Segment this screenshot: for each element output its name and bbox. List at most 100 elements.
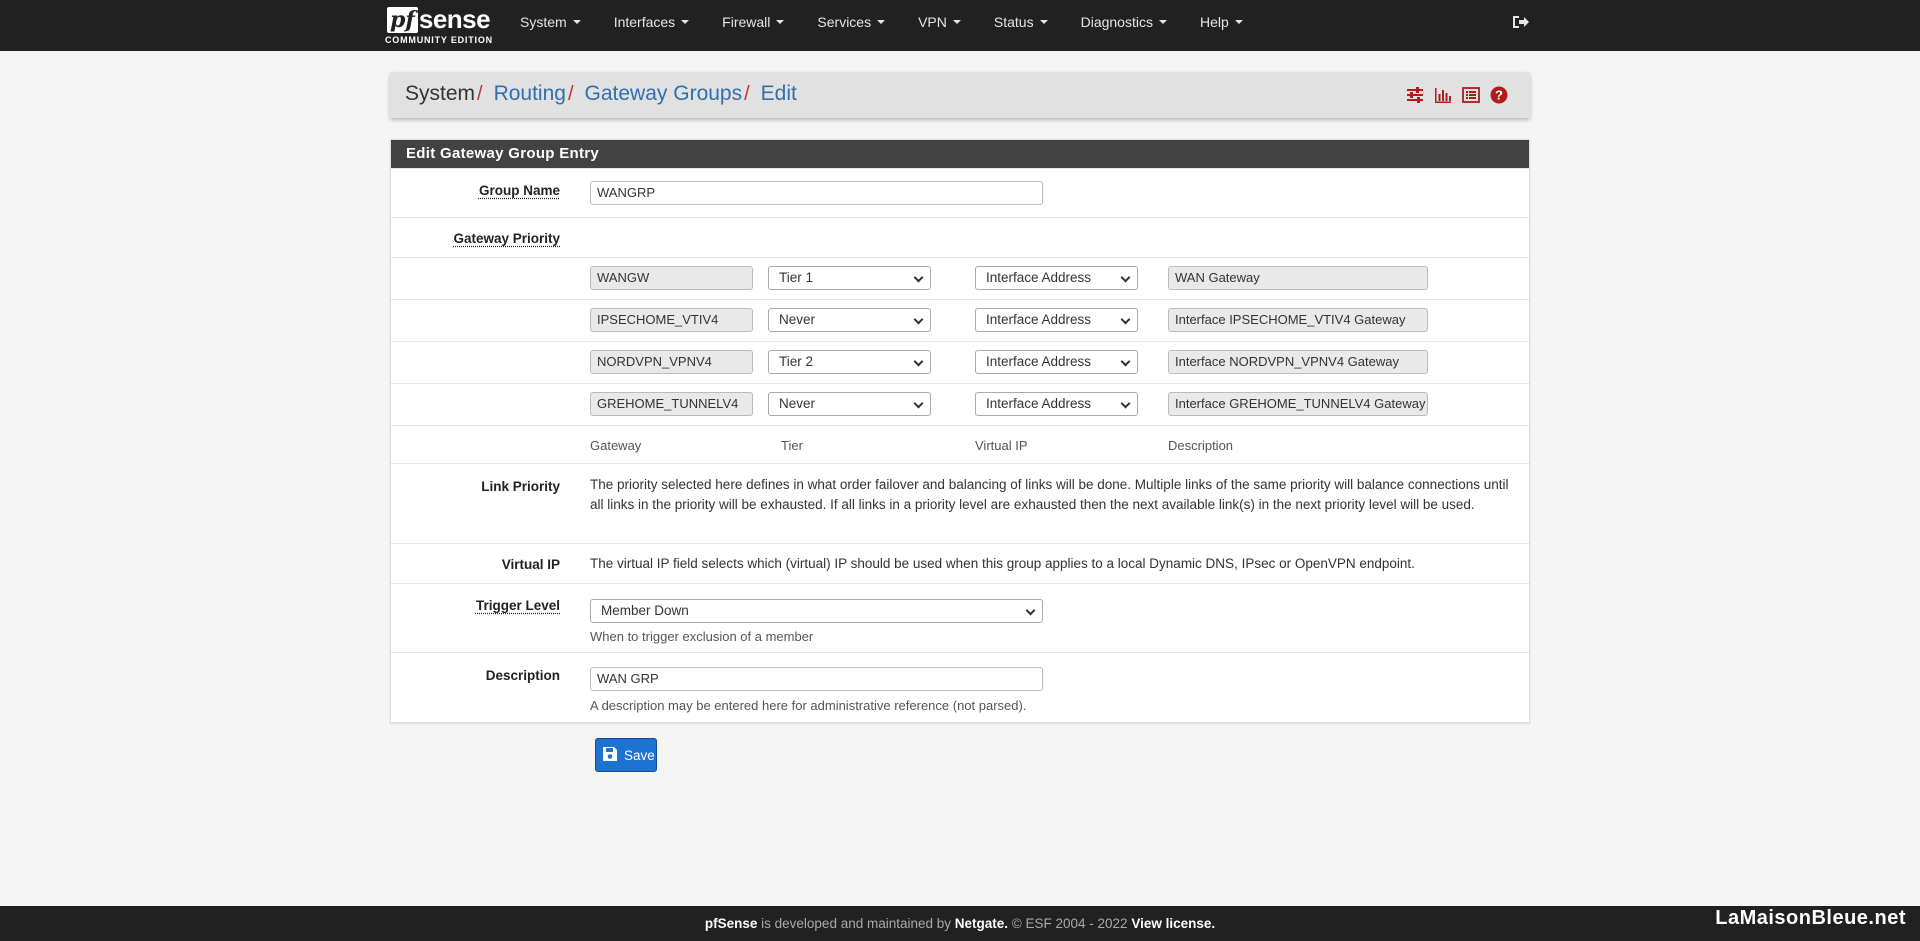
description-label: Description — [485, 668, 560, 683]
gateway-row: IPSECHOME_VTIV4 Never Interface Address … — [391, 299, 1529, 341]
gateway-description-field: Interface IPSECHOME_VTIV4 Gateway — [1168, 308, 1428, 332]
trigger-level-help: When to trigger exclusion of a member — [590, 629, 814, 644]
logo-sense: sense — [418, 4, 491, 34]
svg-text:?: ? — [1495, 88, 1503, 103]
caret-down-icon — [1234, 20, 1243, 24]
sliders-icon[interactable] — [1406, 86, 1424, 104]
menu-label: Services — [817, 14, 872, 30]
menu-label: System — [520, 14, 567, 30]
column-header-virtual-ip: Virtual IP — [975, 438, 1028, 453]
menu-label: Interfaces — [613, 14, 676, 30]
pfsense-logo[interactable]: pf sense COMMUNITY EDITION — [385, 3, 495, 49]
gateway-row: NORDVPN_VPNV4 Tier 2 Interface Address I… — [391, 341, 1529, 383]
group-name-label: Group Name — [478, 183, 560, 198]
caret-down-icon — [1039, 20, 1048, 24]
tier-select[interactable]: Tier 2 — [768, 350, 931, 374]
caret-down-icon — [681, 20, 690, 24]
row-trigger-level: Trigger Level Member Down When to trigge… — [391, 583, 1529, 652]
column-header-gateway: Gateway — [590, 438, 642, 453]
logo-subtitle: COMMUNITY EDITION — [385, 35, 493, 45]
menu-help[interactable]: Help — [1186, 0, 1262, 44]
menu-vpn[interactable]: VPN — [904, 0, 980, 44]
row-group-name: Group Name WANGRP — [391, 168, 1529, 217]
menu-firewall[interactable]: Firewall — [708, 0, 803, 44]
breadcrumb-separator: / — [477, 83, 483, 105]
menu-label: VPN — [918, 14, 947, 30]
caret-down-icon — [776, 20, 785, 24]
top-navbar: pf sense COMMUNITY EDITION System Interfa… — [0, 0, 1920, 51]
menu-interfaces[interactable]: Interfaces — [600, 0, 708, 44]
footer: pfSense is developed and maintained by N… — [0, 906, 1920, 941]
save-label: Save — [624, 747, 655, 763]
tier-select[interactable]: Never — [768, 392, 931, 416]
footer-netgate-link[interactable]: Netgate. — [955, 916, 1008, 931]
caret-down-icon — [572, 20, 581, 24]
caret-down-icon — [1158, 20, 1167, 24]
logo-pf: pf — [387, 7, 418, 33]
virtual-ip-text: The virtual IP field selects which (virt… — [590, 556, 1415, 571]
gateway-name-field: NORDVPN_VPNV4 — [590, 350, 753, 374]
menu-system[interactable]: System — [506, 0, 600, 44]
edit-gateway-group-panel: Edit Gateway Group Entry Group Name WANG… — [390, 139, 1530, 723]
footer-license-link[interactable]: View license. — [1131, 916, 1215, 931]
menu-diagnostics[interactable]: Diagnostics — [1067, 0, 1186, 44]
menu-status[interactable]: Status — [980, 0, 1067, 44]
gateway-priority-label: Gateway Priority — [453, 231, 560, 246]
menu-label: Status — [993, 14, 1034, 30]
gateway-name-field: IPSECHOME_VTIV4 — [590, 308, 753, 332]
gateway-description-field: WAN Gateway — [1168, 266, 1428, 290]
virtual-ip-label: Virtual IP — [501, 557, 560, 572]
gateway-row: GREHOME_TUNNELV4 Never Interface Address… — [391, 383, 1529, 425]
page-header: System/Routing/Gateway Groups/Edit — [390, 72, 1530, 118]
tier-select[interactable]: Tier 1 — [768, 266, 931, 290]
list-icon[interactable] — [1462, 86, 1480, 104]
row-virtual-ip: Virtual IP The virtual IP field selects … — [391, 543, 1529, 583]
link-priority-label: Link Priority — [481, 479, 560, 494]
bar-chart-icon[interactable] — [1434, 86, 1452, 104]
footer-text: is developed and maintained by — [757, 916, 955, 931]
menu-label: Help — [1199, 14, 1229, 30]
row-link-priority: Link Priority The priority selected here… — [391, 463, 1529, 543]
panel-title: Edit Gateway Group Entry — [391, 140, 1529, 168]
save-icon — [602, 746, 618, 765]
virtual-ip-select[interactable]: Interface Address — [975, 266, 1138, 290]
caret-down-icon — [952, 20, 961, 24]
caret-down-icon — [877, 20, 886, 24]
breadcrumb-edit[interactable]: Edit — [761, 82, 797, 105]
tier-select[interactable]: Never — [768, 308, 931, 332]
column-header-description: Description — [1168, 438, 1234, 453]
gateway-description-field: Interface NORDVPN_VPNV4 Gateway — [1168, 350, 1428, 374]
virtual-ip-select[interactable]: Interface Address — [975, 392, 1138, 416]
trigger-level-select[interactable]: Member Down — [590, 599, 1043, 623]
description-input[interactable]: WAN GRP — [590, 667, 1043, 691]
menu-label: Firewall — [722, 14, 771, 30]
description-help: A description may be entered here for ad… — [590, 698, 1027, 713]
breadcrumb-system: System — [405, 82, 476, 105]
breadcrumb-separator: / — [567, 83, 574, 105]
trigger-level-label: Trigger Level — [475, 598, 560, 613]
link-priority-text: The priority selected here defines in wh… — [590, 477, 1509, 512]
row-description: Description WAN GRP A description may be… — [391, 652, 1529, 722]
gateway-row: WANGW Tier 1 Interface Address WAN Gatew… — [391, 257, 1529, 299]
group-name-input[interactable]: WANGRP — [590, 181, 1043, 205]
menu-services[interactable]: Services — [803, 0, 904, 44]
breadcrumb: System / Routing / Gateway Groups / Edit — [405, 81, 797, 107]
breadcrumb-separator: / — [744, 83, 750, 105]
watermark: LaMaisonBleue.net — [1715, 907, 1906, 929]
menu-label: Diagnostics — [1080, 14, 1153, 30]
column-header-tier: Tier — [781, 438, 803, 453]
save-button[interactable]: Save — [595, 738, 657, 772]
logout-icon[interactable] — [1512, 14, 1530, 30]
footer-pfsense: pfSense — [704, 916, 758, 931]
footer-copyright: © ESF 2004 - 2022 — [1008, 916, 1132, 931]
virtual-ip-select[interactable]: Interface Address — [975, 350, 1138, 374]
breadcrumb-routing[interactable]: Routing — [494, 82, 566, 105]
row-column-headers: Gateway Tier Virtual IP Description — [391, 425, 1529, 463]
help-icon[interactable]: ? — [1490, 86, 1508, 104]
breadcrumb-gateway-groups[interactable]: Gateway Groups — [585, 82, 743, 105]
virtual-ip-select[interactable]: Interface Address — [975, 308, 1138, 332]
gateway-name-field: WANGW — [590, 266, 753, 290]
row-gateway-priority: Gateway Priority — [391, 217, 1529, 257]
main-menu: System Interfaces Firewall Services VPN … — [506, 0, 1262, 44]
gateway-name-field: GREHOME_TUNNELV4 — [590, 392, 753, 416]
